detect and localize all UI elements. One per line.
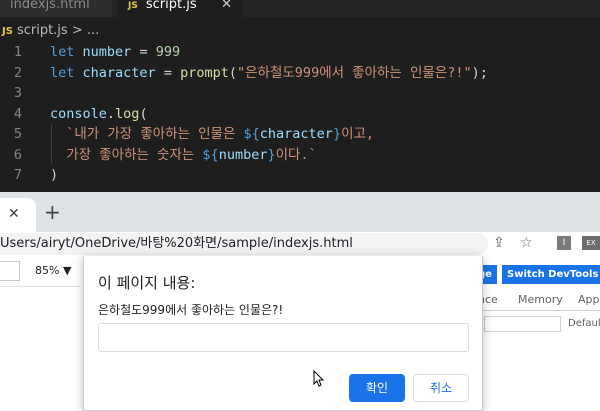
code-token: = bbox=[131, 44, 156, 60]
line-number: 4 bbox=[13, 105, 22, 122]
js-file-icon: JS bbox=[2, 26, 13, 37]
line-number: 5 bbox=[13, 126, 22, 142]
code-token: let bbox=[50, 44, 75, 60]
url-box[interactable]: Users/airyt/OneDrive/바탕%20화면/sample/inde… bbox=[0, 233, 488, 255]
code-token: console bbox=[50, 105, 107, 122]
switch-devtools-language-button[interactable]: Switch DevTools to bbox=[502, 265, 600, 284]
line-number: 3 bbox=[13, 85, 22, 101]
devtools-default-levels[interactable]: Default bbox=[568, 318, 600, 329]
code-token: `내가 가장 좋아하는 인물은 bbox=[50, 126, 244, 142]
code-token: ); bbox=[471, 64, 488, 81]
code-line[interactable]: 4 console.log( bbox=[0, 104, 600, 125]
line-number: 6 bbox=[13, 146, 22, 163]
ok-button[interactable]: 확인 bbox=[349, 374, 405, 402]
code-text: `내가 가장 좋아하는 인물은 ${character}이고, bbox=[50, 124, 374, 145]
code-token: . bbox=[106, 105, 116, 122]
code-token: number bbox=[218, 146, 268, 163]
code-token: "은하철도999에서 좋아하는 인물은?!" bbox=[237, 64, 472, 81]
code-token: let bbox=[50, 64, 75, 81]
devtools-tabs: nce Memory App bbox=[478, 289, 600, 311]
breadcrumb: JS script.js > ... bbox=[0, 20, 99, 42]
prompt-dialog: 이 페이지 내용: 은하철도999에서 좋아하는 인물은?! 확인 취소 bbox=[83, 256, 483, 411]
code-token: ( bbox=[228, 64, 237, 81]
close-tab-icon[interactable]: ✕ bbox=[221, 0, 232, 11]
devtools-filter-input[interactable] bbox=[484, 316, 561, 332]
breadcrumb-separator: > bbox=[71, 23, 83, 38]
dialog-message: 은하철도999에서 좋아하는 인물은?! bbox=[98, 303, 284, 317]
tab-indexjs-html[interactable]: indexjs.html bbox=[0, 0, 112, 17]
devtools-tab-application[interactable]: App bbox=[578, 289, 600, 311]
code-token: = bbox=[155, 64, 181, 81]
code-token: ) bbox=[50, 167, 59, 183]
tab-label: indexjs.html bbox=[10, 0, 90, 12]
code-line[interactable]: 2 let character = prompt("은하철도999에서 좋아하는 … bbox=[0, 63, 600, 84]
divider bbox=[0, 286, 80, 287]
line-number: 7 bbox=[13, 167, 22, 183]
extension-icon[interactable]: EX bbox=[582, 236, 600, 250]
code-text: ) bbox=[50, 165, 58, 186]
code-token: ( bbox=[139, 105, 148, 122]
dialog-title: 이 페이지 내용: bbox=[98, 274, 196, 292]
breadcrumb-more[interactable]: ... bbox=[87, 23, 99, 38]
browser-tab-strip: ✕ + bbox=[0, 192, 600, 232]
code-token: } bbox=[267, 146, 276, 163]
code-token: character bbox=[259, 126, 333, 142]
line-number: 1 bbox=[13, 44, 22, 60]
code-token: } bbox=[332, 126, 342, 142]
js-file-icon: JS bbox=[128, 1, 138, 11]
breadcrumb-file[interactable]: script.js bbox=[17, 23, 68, 38]
zoom-select[interactable]: 85% ▼ bbox=[35, 264, 71, 277]
bookmark-star-icon[interactable]: ☆ bbox=[520, 235, 533, 251]
code-token: 가장 좋아하는 숫자는 bbox=[50, 146, 203, 163]
indent-guide bbox=[51, 124, 52, 164]
cancel-button[interactable]: 취소 bbox=[413, 374, 469, 402]
address-bar: Users/airyt/OneDrive/바탕%20화면/sample/inde… bbox=[0, 232, 600, 256]
code-token: log bbox=[115, 105, 140, 122]
close-tab-icon[interactable]: ✕ bbox=[8, 206, 20, 222]
url-text[interactable]: Users/airyt/OneDrive/바탕%20화면/sample/inde… bbox=[0, 233, 353, 255]
editor-tab-bar: indexjs.html JS script.js ✕ bbox=[0, 0, 600, 17]
tab-script-js[interactable]: JS script.js ✕ bbox=[118, 0, 242, 17]
code-token: ${ bbox=[243, 126, 260, 142]
code-token: character bbox=[82, 64, 156, 81]
share-icon[interactable]: ⇪ bbox=[493, 235, 505, 251]
prompt-input[interactable] bbox=[98, 323, 469, 352]
code-token: 이다.` bbox=[275, 146, 317, 163]
code-token: 이고, bbox=[341, 126, 375, 142]
extension-icon[interactable]: I bbox=[557, 236, 571, 250]
new-tab-icon[interactable]: + bbox=[44, 200, 61, 224]
tab-label: script.js bbox=[145, 0, 197, 12]
browser-tab[interactable]: ✕ bbox=[0, 198, 36, 232]
devtools-tab-memory[interactable]: Memory bbox=[518, 289, 563, 311]
code-token: number bbox=[82, 44, 132, 60]
code-line[interactable]: 6 가장 좋아하는 숫자는 ${number}이다.` bbox=[0, 145, 600, 166]
code-text: 가장 좋아하는 숫자는 ${number}이다.` bbox=[50, 145, 317, 166]
code-line[interactable]: 7) bbox=[0, 165, 600, 186]
code-line[interactable]: 5 `내가 가장 좋아하는 인물은 ${character}이고, bbox=[0, 124, 600, 145]
device-toolbar-field[interactable] bbox=[0, 261, 20, 281]
code-text: let number = 999 bbox=[50, 42, 180, 63]
code-line[interactable]: 3 bbox=[0, 83, 600, 104]
vscode-editor: indexjs.html JS script.js ✕ JS script.js >… bbox=[0, 0, 600, 192]
mouse-cursor-icon bbox=[313, 370, 325, 387]
code-area[interactable]: 1 let number = 999 2 let character = prompt… bbox=[0, 42, 600, 186]
line-number: 2 bbox=[13, 64, 22, 81]
code-token: 999 bbox=[155, 44, 181, 60]
code-token: ${ bbox=[202, 146, 219, 163]
code-line[interactable]: 1 let number = 999 bbox=[0, 42, 600, 63]
code-text: let character = prompt("은하철도999에서 좋아하는 인… bbox=[50, 63, 488, 84]
code-token: prompt bbox=[180, 64, 229, 81]
code-text: console.log( bbox=[50, 104, 148, 125]
